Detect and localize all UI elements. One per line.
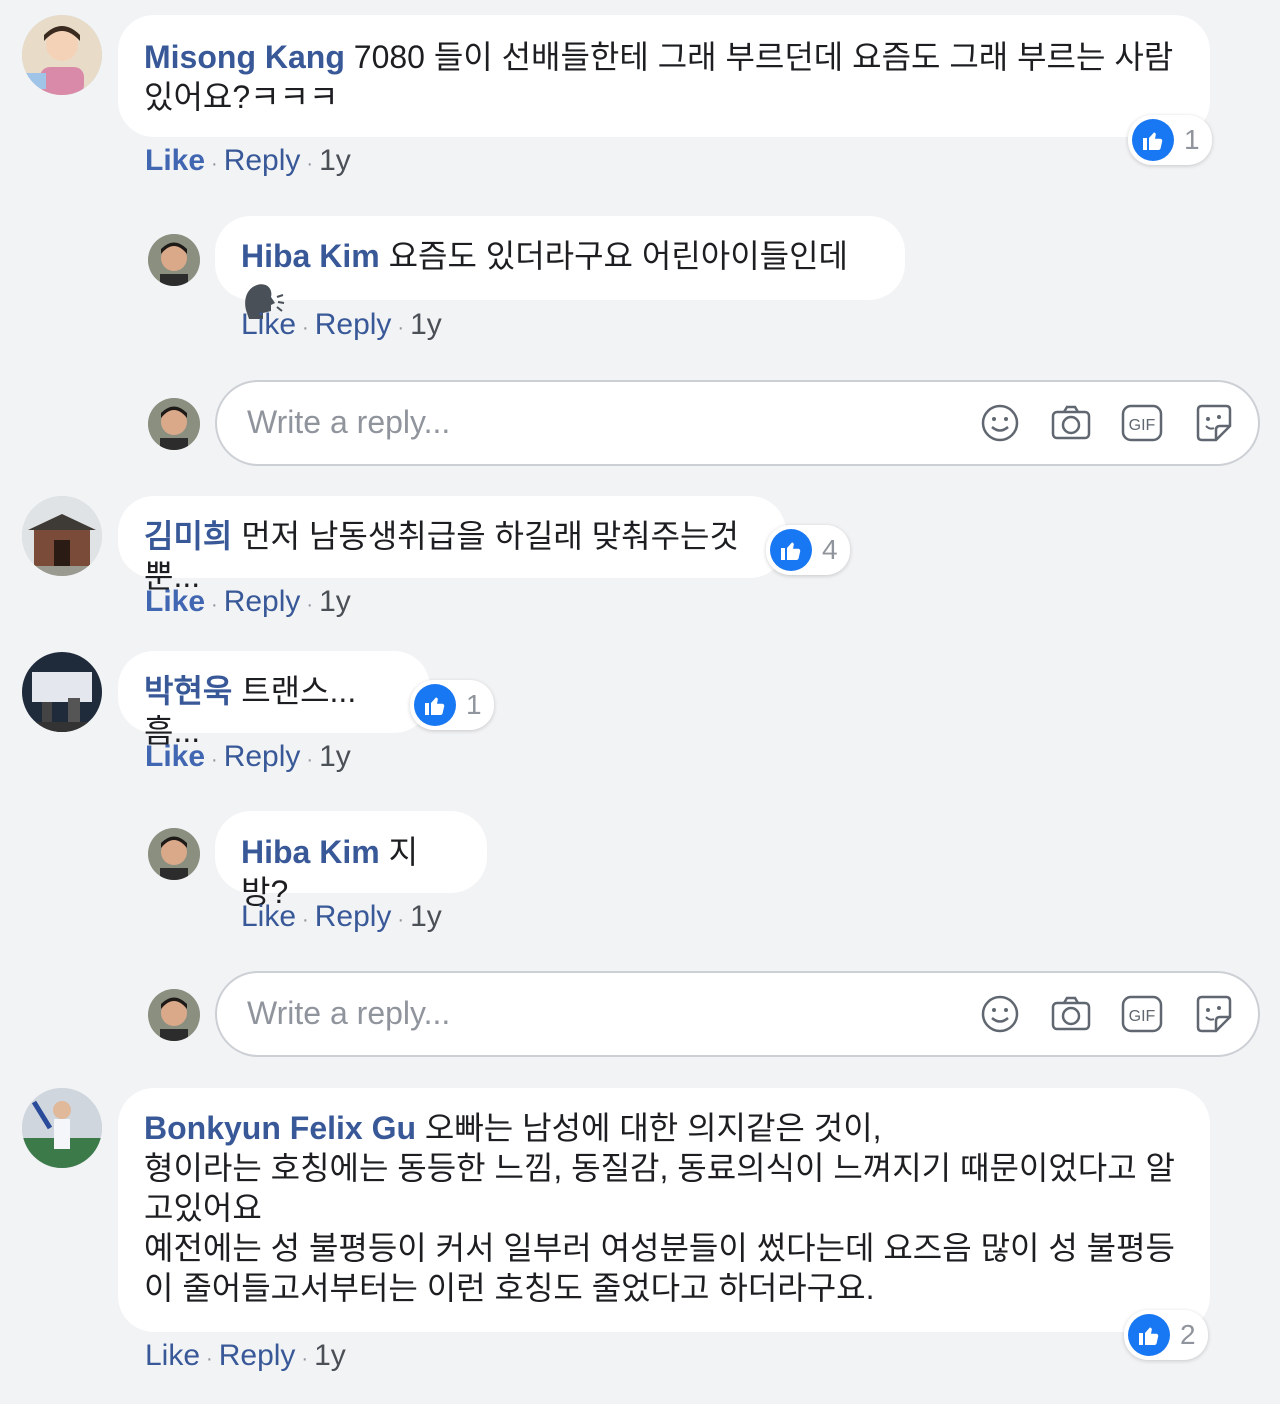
avatar-misong-kang[interactable]: [22, 15, 102, 95]
like-link[interactable]: Like: [145, 144, 205, 177]
comment-bubble-hiba-kim-2: Hiba Kim 지방?: [215, 811, 487, 910]
timestamp[interactable]: 1y: [410, 308, 442, 341]
timestamp[interactable]: 1y: [314, 1339, 346, 1372]
svg-text:GIF: GIF: [1129, 1008, 1156, 1025]
reply-placeholder: Write a reply...: [247, 995, 451, 1031]
like-link[interactable]: Like: [145, 585, 205, 618]
timestamp[interactable]: 1y: [410, 900, 442, 933]
comment-actions: Like · Reply · 1y: [145, 144, 351, 177]
smiley-icon[interactable]: [979, 402, 1021, 444]
avatar-hiba-kim[interactable]: [148, 234, 200, 286]
reply-link[interactable]: Reply: [224, 585, 301, 618]
timestamp[interactable]: 1y: [319, 585, 351, 618]
reply-input[interactable]: Write a reply... GIF: [215, 971, 1260, 1057]
gif-icon[interactable]: GIF: [1121, 993, 1163, 1035]
reaction-count[interactable]: 1: [410, 680, 494, 730]
camera-icon[interactable]: [1050, 402, 1092, 444]
comment-bubble-kim-mihee: 김미희 먼저 남동생취급을 하길래 맞춰주는것뿐...: [118, 496, 786, 594]
reaction-count-label: 2: [1180, 1319, 1196, 1350]
reaction-count[interactable]: 2: [1124, 1310, 1208, 1360]
svg-text:GIF: GIF: [1129, 417, 1156, 434]
comment-author[interactable]: Misong Kang: [144, 39, 345, 75]
reaction-count[interactable]: 4: [766, 525, 850, 575]
gif-icon[interactable]: GIF: [1121, 402, 1163, 444]
reply-link[interactable]: Reply: [315, 900, 392, 933]
thumbs-up-icon: [770, 529, 812, 571]
comment-bubble-bonkyun-felix-gu: Bonkyun Felix Gu 오빠는 남성에 대한 의지같은 것이, 형이라…: [118, 1088, 1210, 1332]
avatar-bonkyun-felix-gu[interactable]: [22, 1088, 102, 1168]
comment-text: 먼저 남동생취급을 하길래 맞춰주는것뿐...: [144, 518, 739, 594]
comment-text: 요즘도 있더라구요 어린아이들인데: [388, 238, 848, 274]
reaction-count-label: 1: [1184, 124, 1200, 155]
comment-author[interactable]: Hiba Kim: [241, 834, 380, 870]
comment-text: 형이라는 호칭에는 동등한 느낌, 동질감, 동료의식이 느껴지기 때문이었다고…: [144, 1150, 1175, 1306]
reply-link[interactable]: Reply: [224, 740, 301, 773]
thumbs-up-icon: [1132, 119, 1174, 161]
avatar-current-user: [148, 398, 200, 450]
reply-placeholder: Write a reply...: [247, 404, 451, 440]
comment-actions: Like · Reply · 1y: [145, 1339, 346, 1372]
comment-bubble-misong-kang: Misong Kang 7080 들이 선배들한테 그래 부르던데 요즘도 그래…: [118, 15, 1210, 137]
like-link[interactable]: Like: [145, 1339, 200, 1372]
avatar-park-hyunwook[interactable]: [22, 652, 102, 732]
comment-actions: Like · Reply · 1y: [241, 900, 442, 933]
comment-text-line1: 오빠는 남성에 대한 의지같은 것이,: [424, 1110, 882, 1146]
thumbs-up-icon: [1128, 1314, 1170, 1356]
reply-link[interactable]: Reply: [224, 144, 301, 177]
comment-author[interactable]: 김미희: [144, 518, 232, 554]
reply-input[interactable]: Write a reply... GIF: [215, 380, 1260, 466]
like-link[interactable]: Like: [241, 308, 296, 341]
like-link[interactable]: Like: [145, 740, 205, 773]
camera-icon[interactable]: [1050, 993, 1092, 1035]
thumbs-up-icon: [414, 684, 456, 726]
smiley-icon[interactable]: [979, 993, 1021, 1035]
sticker-icon[interactable]: [1192, 402, 1234, 444]
sticker-icon[interactable]: [1192, 993, 1234, 1035]
timestamp[interactable]: 1y: [319, 144, 351, 177]
comment-author[interactable]: 박현욱: [144, 673, 232, 709]
comment-actions: Like · Reply · 1y: [145, 585, 351, 618]
comment-bubble-park-hyunwook: 박현욱 트랜스... 흠...: [118, 651, 430, 749]
reply-link[interactable]: Reply: [315, 308, 392, 341]
reaction-count-label: 4: [822, 534, 838, 565]
avatar-current-user: [148, 989, 200, 1041]
reaction-count[interactable]: 1: [1128, 115, 1212, 165]
avatar-kim-mihee[interactable]: [22, 496, 102, 576]
comment-actions: Like · Reply · 1y: [241, 308, 442, 341]
comment-bubble-hiba-kim: Hiba Kim 요즘도 있더라구요 어린아이들인데: [215, 216, 905, 319]
comment-author[interactable]: Bonkyun Felix Gu: [144, 1110, 416, 1146]
avatar-hiba-kim[interactable]: [148, 828, 200, 880]
reply-link[interactable]: Reply: [219, 1339, 296, 1372]
comment-author[interactable]: Hiba Kim: [241, 238, 380, 274]
reaction-count-label: 1: [466, 689, 482, 720]
timestamp[interactable]: 1y: [319, 740, 351, 773]
like-link[interactable]: Like: [241, 900, 296, 933]
comment-actions: Like · Reply · 1y: [145, 740, 351, 773]
